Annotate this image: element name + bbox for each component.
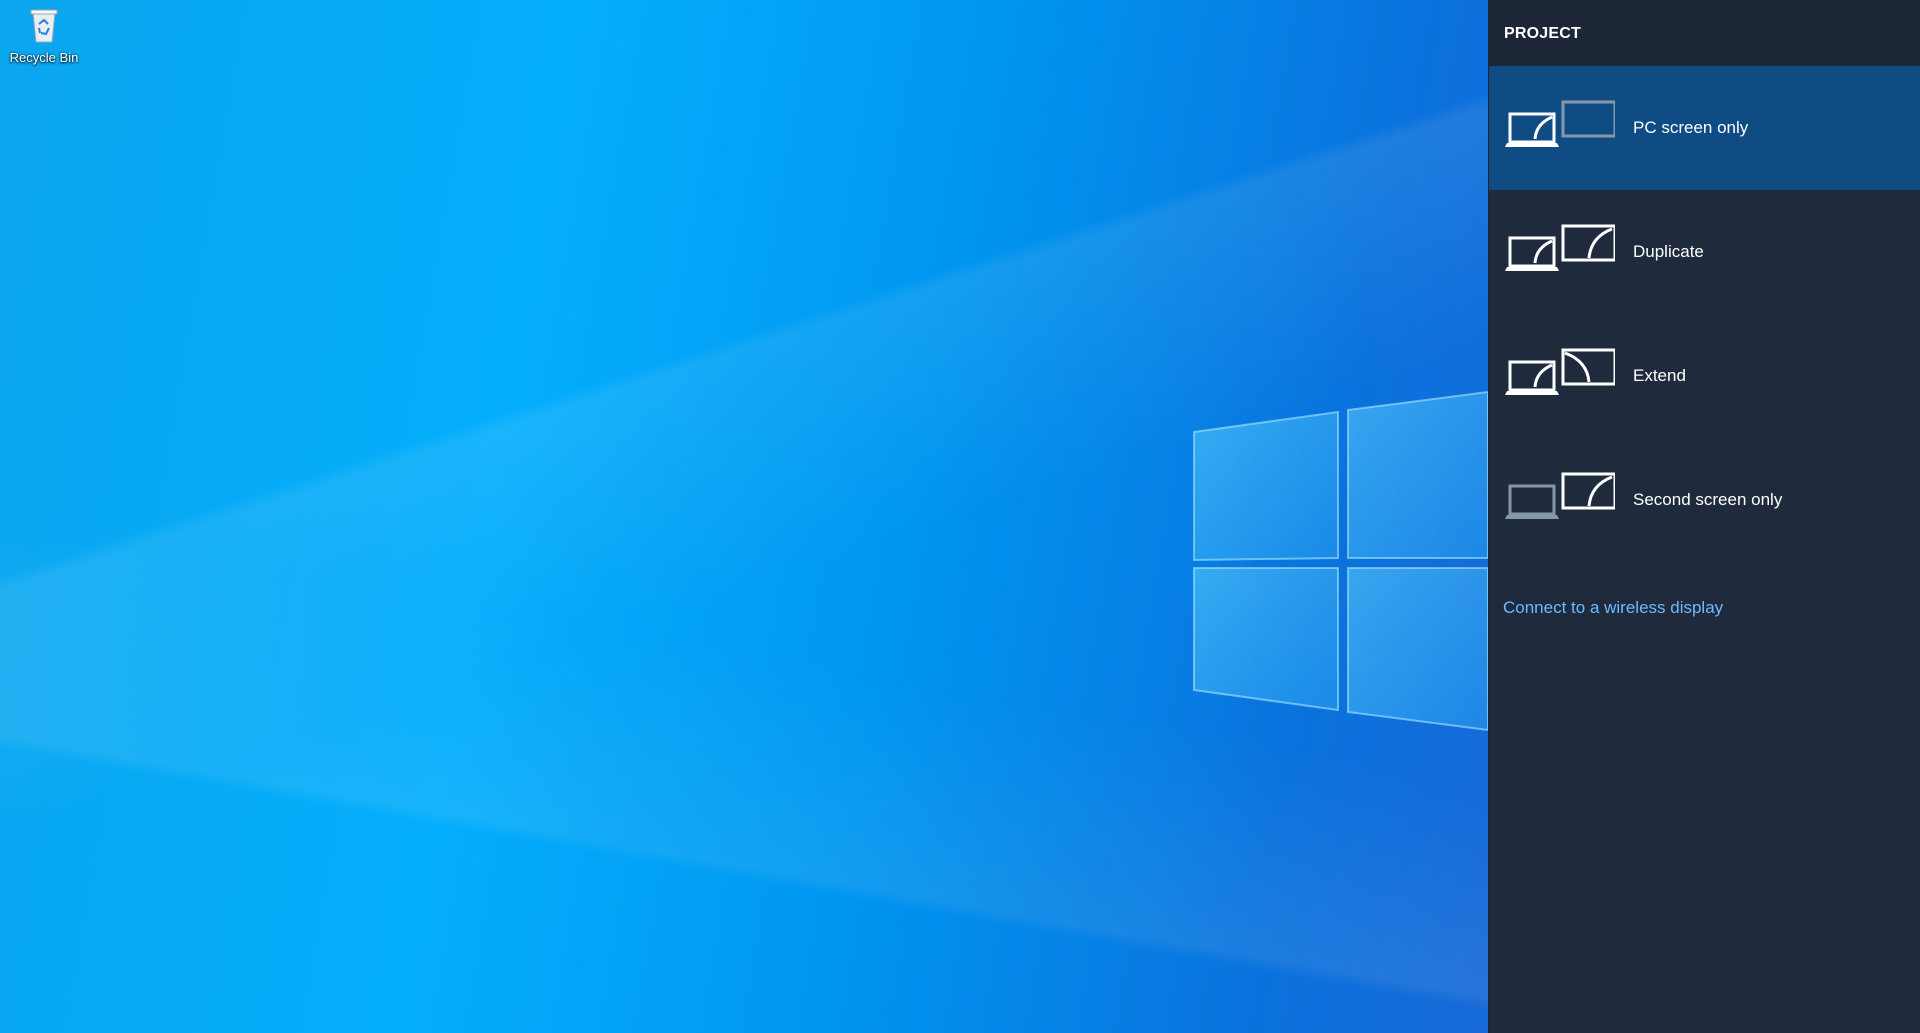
option-label: Second screen only <box>1633 490 1783 509</box>
connect-wireless-display-link[interactable]: Connect to a wireless display <box>1503 598 1723 618</box>
option-second-screen-only[interactable]: Second screen only <box>1489 438 1920 562</box>
desktop-icon-recycle-bin[interactable]: Recycle Bin <box>6 6 82 65</box>
option-label: Extend <box>1633 366 1686 385</box>
option-label: PC screen only <box>1633 118 1749 137</box>
option-label: Duplicate <box>1633 242 1704 261</box>
panel-title: PROJECT <box>1489 0 1920 66</box>
windows-logo-wallpaper <box>1193 390 1488 732</box>
desktop[interactable]: Recycle Bin <box>0 0 1488 1033</box>
duplicate-icon <box>1505 224 1617 271</box>
pc-screen-only-icon <box>1505 100 1617 147</box>
desktop-icon-label: Recycle Bin <box>9 50 79 65</box>
option-duplicate[interactable]: Duplicate <box>1489 190 1920 314</box>
extend-icon <box>1505 348 1617 395</box>
second-screen-only-icon <box>1505 472 1617 519</box>
option-pc-screen-only[interactable]: PC screen only <box>1489 66 1920 190</box>
recycle-bin-icon <box>30 9 58 43</box>
project-panel: PROJECT PC screen only Duplicate Extend … <box>1488 0 1920 1033</box>
option-extend[interactable]: Extend <box>1489 314 1920 438</box>
